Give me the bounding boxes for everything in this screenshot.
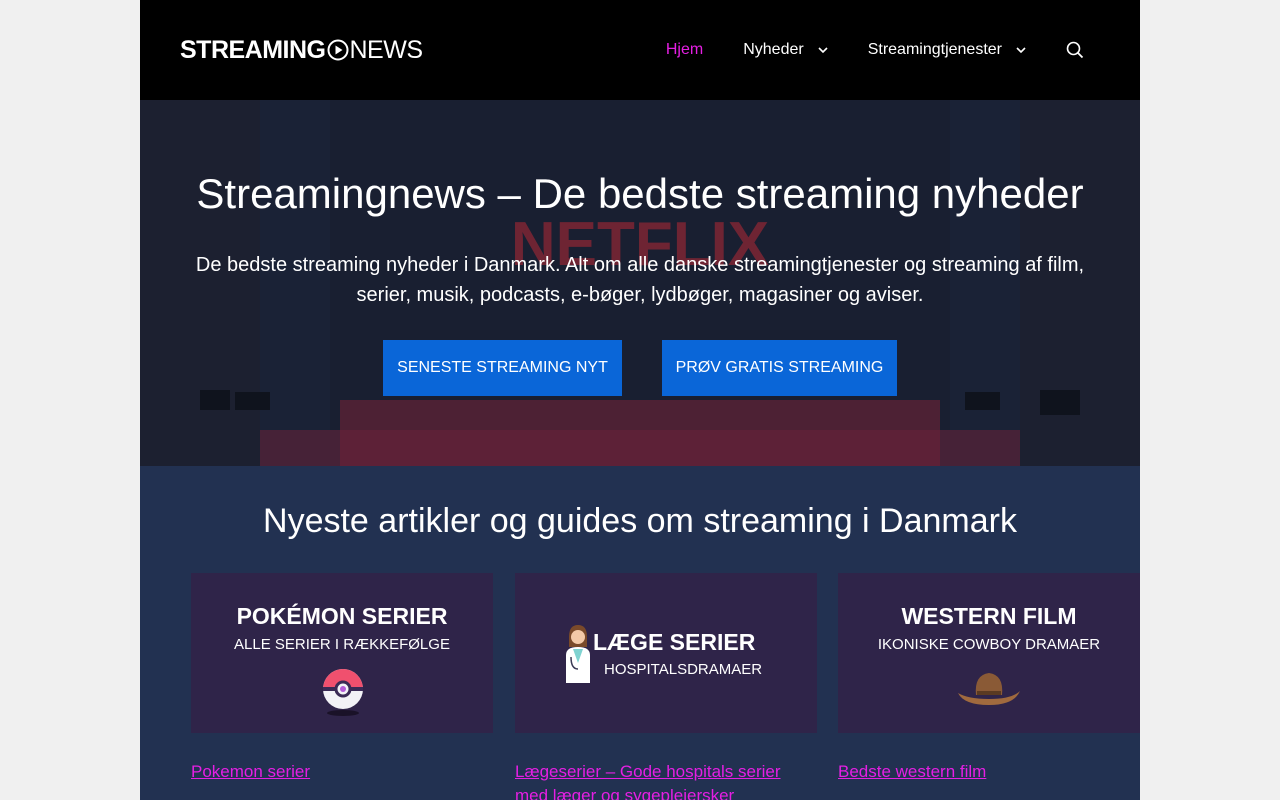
thumbnail-subtitle: ALLE SERIER I RÆKKEFØLGE <box>234 636 450 653</box>
play-icon <box>327 39 348 61</box>
hero-title: Streamingnews – De bedste streaming nyhe… <box>196 170 1084 217</box>
thumbnail-subtitle: IKONISKE COWBOY DRAMAER <box>877 636 1101 653</box>
article-thumbnail[interactable]: WESTERN FILM IKONISKE COWBOY DRAMAER <box>838 573 1140 733</box>
logo-text-streaming: STREAMING <box>180 35 326 64</box>
thumbnail-subtitle: HOSPITALSDRAMAER <box>604 661 763 678</box>
pokeball-icon <box>323 669 363 716</box>
article-link[interactable]: Bedste western film <box>838 760 1140 784</box>
hero-section: NETFLIX Streamingnews – De bedste stream… <box>140 100 1140 466</box>
article-card: POKÉMON SERIER ALLE SERIER I RÆKKEFØLGE … <box>191 573 493 784</box>
thumbnail-title: POKÉMON SERIER <box>236 603 448 629</box>
nav-item-label: Nyheder <box>743 41 804 58</box>
cowboy-hat-icon <box>958 673 1020 705</box>
nav-item-nyheder[interactable]: Nyheder <box>723 41 847 59</box>
nav-item-label: Streamingtjenester <box>867 41 1002 58</box>
article-thumbnail[interactable]: LÆGE SERIER HOSPITALSDRAMAER <box>515 573 817 733</box>
thumbnail-title: WESTERN FILM <box>901 603 1077 629</box>
chevron-down-icon <box>1016 47 1026 54</box>
doctor-icon <box>566 625 590 683</box>
article-thumbnail[interactable]: POKÉMON SERIER ALLE SERIER I RÆKKEFØLGE <box>191 573 493 733</box>
search-icon[interactable] <box>1066 41 1084 59</box>
thumbnail-title: LÆGE SERIER <box>593 629 756 655</box>
article-card: LÆGE SERIER HOSPITALSDRAMAER Lægeserier … <box>515 573 817 800</box>
logo-text-news: NEWS <box>349 35 424 64</box>
latest-news-button[interactable]: Seneste streaming nyt <box>383 340 622 396</box>
site-logo[interactable]: STREAMING NEWS <box>180 36 423 64</box>
site-container: STREAMING NEWS Hjem Nyheder Streamingtje… <box>140 0 1140 800</box>
site-header: STREAMING NEWS Hjem Nyheder Streamingtje… <box>140 0 1140 100</box>
nav-item-streamingtjenester[interactable]: Streamingtjenester <box>848 41 1046 59</box>
try-free-streaming-button[interactable]: Prøv gratis streaming <box>662 340 897 396</box>
articles-heading: Nyeste artikler og guides om streaming i… <box>263 502 1017 540</box>
nav-item-label: Hjem <box>665 41 704 58</box>
article-link[interactable]: Lægeserier – Gode hospitals serier med l… <box>515 760 817 800</box>
main-nav: Hjem Nyheder Streamingtjenester <box>646 0 1084 100</box>
article-link[interactable]: Pokemon serier <box>191 760 493 784</box>
nav-item-hjem[interactable]: Hjem <box>646 41 723 59</box>
chevron-down-icon <box>818 47 828 54</box>
article-card: WESTERN FILM IKONISKE COWBOY DRAMAER Bed… <box>838 573 1140 784</box>
hero-description: De bedste streaming nyheder i Danmark. A… <box>195 254 1085 306</box>
